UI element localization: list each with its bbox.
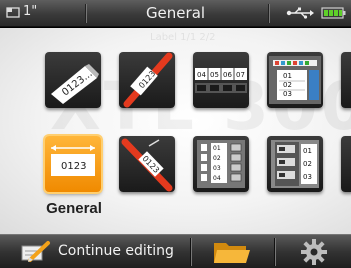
heat-shrink-tile[interactable]: 0123: [119, 136, 175, 192]
flag-label-tile[interactable]: 0123...: [45, 52, 101, 108]
terminal-block-tile[interactable]: 01 02 03 04: [193, 136, 249, 192]
status-divider: [268, 4, 269, 23]
terminal-cell: 02: [213, 155, 221, 162]
patch-cell: 07: [236, 71, 245, 79]
breaker-cell: 03: [303, 173, 312, 181]
folder-icon: [214, 243, 250, 263]
general-label-text: 0123: [61, 161, 86, 172]
terminal-cell: 03: [213, 165, 221, 172]
terminal-cell: 01: [213, 145, 221, 152]
general-label-icon: 0123: [51, 145, 95, 176]
dist-cell: 03: [283, 90, 292, 98]
usb-icon: [286, 7, 314, 19]
dist-cell: 02: [283, 81, 292, 89]
status-icons: [285, 6, 347, 20]
bottom-toolbar: Continue editing: [0, 234, 351, 268]
edit-pencil-icon: [21, 241, 50, 262]
patch-panel-icon: 04 05 06 07: [195, 68, 247, 93]
open-folder-button[interactable]: [192, 235, 274, 268]
patch-cell: 04: [197, 71, 206, 79]
toolbar-divider: [274, 238, 275, 266]
cable-wrap-icon: 0123: [123, 52, 173, 108]
status-bar: 1" General: [0, 0, 351, 27]
next-tile-partial[interactable]: [341, 52, 351, 108]
next-tile-partial[interactable]: [341, 136, 351, 192]
breaker-tile[interactable]: 01 02 03: [267, 136, 323, 192]
breaker-cell: 02: [303, 160, 312, 168]
terminal-block-icon: 01 02 03 04: [197, 140, 245, 188]
continue-editing-label: Continue editing: [58, 243, 174, 259]
breaker-cell: 01: [303, 147, 312, 155]
gear-icon: [301, 239, 327, 265]
general-tile[interactable]: 0123: [45, 136, 101, 192]
cable-wrap-tile[interactable]: 0123: [119, 52, 175, 108]
patch-cell: 06: [223, 71, 232, 79]
patch-panel-tile[interactable]: 04 05 06 07: [193, 52, 249, 108]
settings-button[interactable]: [276, 235, 351, 268]
terminal-cell: 04: [213, 175, 221, 182]
distribution-panel-tile[interactable]: 01 02 03: [267, 52, 323, 108]
watermark-small: Label 1/1 2/2: [150, 32, 216, 43]
dist-cell: 01: [283, 72, 292, 80]
label-type-grid: Label 1/1 2/2 XTL 300 0123... 0123 04 05…: [0, 28, 351, 234]
continue-editing-button[interactable]: Continue editing: [0, 235, 190, 268]
selected-tile-label: General: [46, 200, 102, 217]
battery-icon: [321, 7, 346, 19]
patch-cell: 05: [210, 71, 219, 79]
breaker-icon: 01 02 03: [271, 140, 319, 188]
flag-label-icon: 0123...: [51, 64, 99, 104]
heat-shrink-icon: 0123: [121, 138, 173, 192]
distribution-panel-icon: 01 02 03: [269, 56, 321, 104]
toolbar-divider: [190, 238, 191, 266]
